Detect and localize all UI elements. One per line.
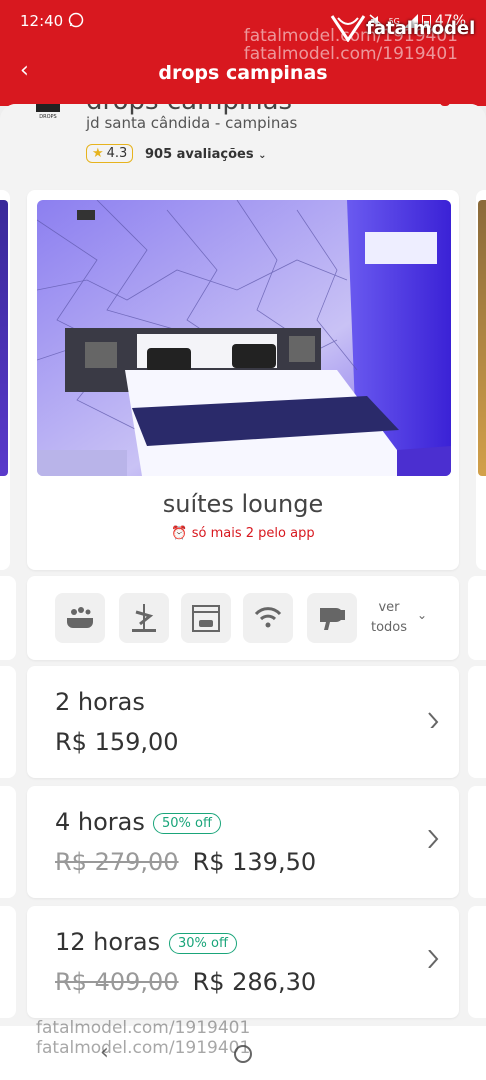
amenities-card-next bbox=[468, 576, 486, 660]
reviews-dropdown[interactable]: 905 avaliações ⌄ bbox=[145, 147, 266, 162]
chevron-down-icon: ⌄ bbox=[258, 150, 267, 161]
price-duration: 4 horas bbox=[55, 808, 145, 836]
room-name: suítes lounge bbox=[162, 490, 324, 518]
status-time: 12:40 bbox=[20, 12, 64, 30]
page-title: drops campinas bbox=[158, 62, 328, 84]
see-all-line2: todos bbox=[370, 620, 408, 635]
room-photo-next bbox=[478, 200, 486, 476]
old-price: R$ 279,00 bbox=[55, 848, 179, 876]
content-sheet: DROPS drops campinas jd santa cândida - … bbox=[0, 104, 486, 1026]
svg-text:DROPS: DROPS bbox=[39, 114, 56, 120]
whatsapp-icon bbox=[68, 12, 84, 28]
favorite-icon[interactable] bbox=[440, 104, 450, 106]
rating-value: 4.3 bbox=[106, 146, 128, 161]
hotel-header: DROPS drops campinas jd santa cândida - … bbox=[0, 104, 486, 184]
room-card-next[interactable] bbox=[476, 190, 486, 570]
price-duration: 2 horas bbox=[55, 688, 145, 716]
current-price: R$ 139,50 bbox=[192, 848, 317, 876]
watermark-bottom-1: fatalmodel.com/1919401 bbox=[36, 1018, 251, 1038]
room-availability: ⏰ só mais 2 pelo app bbox=[27, 526, 459, 541]
see-all-amenities[interactable]: ver todos bbox=[367, 598, 411, 638]
price-card-next-2 bbox=[468, 786, 486, 898]
room-card[interactable]: suítes lounge ⏰ só mais 2 pelo app bbox=[27, 190, 459, 570]
wifi-icon bbox=[243, 593, 293, 643]
discount-badge: 30% off bbox=[169, 933, 237, 954]
hair-dryer-icon bbox=[307, 593, 357, 643]
hotel-location: jd santa cândida - campinas bbox=[86, 114, 298, 132]
price-card-next-1 bbox=[468, 666, 486, 778]
price-card-prev-2 bbox=[0, 786, 16, 898]
bathtub-icon bbox=[55, 593, 105, 643]
reviews-count: 905 avaliações bbox=[145, 147, 254, 162]
price-value: R$ 279,00 R$ 139,50 bbox=[55, 848, 316, 876]
price-option-4h[interactable]: 4 horas 50% off R$ 279,00 R$ 139,50 bbox=[27, 786, 459, 898]
chevron-right-icon bbox=[428, 712, 439, 728]
fatalmodel-mark-icon bbox=[330, 15, 366, 42]
price-card-prev-3 bbox=[0, 906, 16, 1018]
star-icon: ★ bbox=[92, 146, 104, 161]
price-value: R$ 409,00 R$ 286,30 bbox=[55, 968, 316, 996]
price-option-2h[interactable]: 2 horas R$ 159,00 bbox=[27, 666, 459, 778]
price-value: R$ 159,00 bbox=[55, 728, 179, 756]
discount-badge: 50% off bbox=[153, 813, 221, 834]
see-all-line1: ver bbox=[378, 600, 400, 615]
watermark-bottom-2: fatalmodel.com/1919401 bbox=[36, 1038, 251, 1058]
pole-dance-icon bbox=[119, 593, 169, 643]
alarm-icon: ⏰ bbox=[171, 526, 188, 541]
availability-text: só mais 2 pelo app bbox=[191, 526, 315, 541]
price-card-next-3 bbox=[468, 906, 486, 1018]
rating-badge: ★ 4.3 bbox=[86, 144, 134, 163]
chevron-right-icon bbox=[428, 830, 439, 848]
chevron-right-icon bbox=[428, 950, 439, 968]
current-price: R$ 159,00 bbox=[55, 728, 179, 756]
fatalmodel-logo: fatalmodel bbox=[330, 14, 475, 42]
watermark-bottom: fatalmodel.com/1919401 fatalmodel.com/19… bbox=[36, 1018, 250, 1058]
garage-icon bbox=[181, 593, 231, 643]
old-price: R$ 409,00 bbox=[55, 968, 179, 996]
price-card-prev-1 bbox=[0, 666, 16, 778]
room-photo-prev bbox=[0, 200, 8, 476]
fatalmodel-text: fatalmodel bbox=[366, 17, 476, 39]
drops-logo: DROPS bbox=[36, 104, 60, 120]
price-duration: 12 horas bbox=[55, 928, 161, 956]
amenities-card-prev bbox=[0, 576, 16, 660]
chevron-down-icon[interactable]: ⌄ bbox=[417, 608, 427, 622]
watermark-top-2: fatalmodel.com/1919401 bbox=[243, 44, 458, 64]
amenities-card: ver todos ⌄ bbox=[27, 576, 459, 660]
room-photo bbox=[37, 200, 451, 476]
room-card-prev[interactable] bbox=[0, 190, 10, 570]
current-price: R$ 286,30 bbox=[192, 968, 317, 996]
price-option-12h[interactable]: 12 horas 30% off R$ 409,00 R$ 286,30 bbox=[27, 906, 459, 1018]
